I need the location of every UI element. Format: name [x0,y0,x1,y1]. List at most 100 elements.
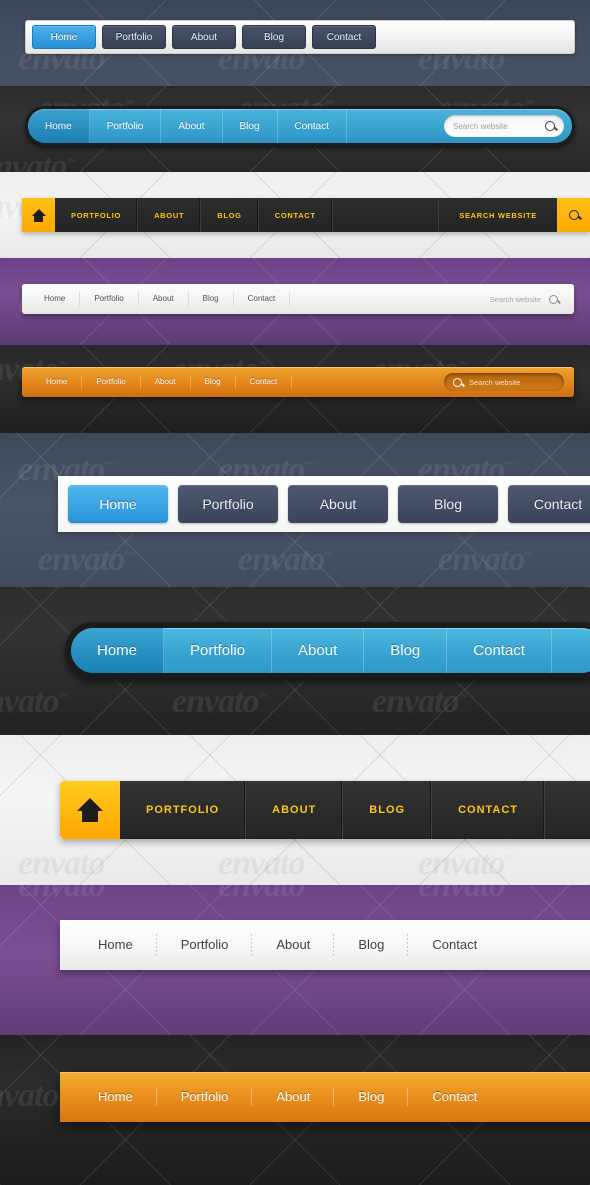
nav-item-blog[interactable]: BLOG [201,198,259,232]
watermark-text: envato™ [238,541,334,578]
search-placeholder: Search website [489,294,541,304]
search-placeholder: Search website [469,377,521,387]
nav-item-portfolio[interactable]: Portfolio [90,109,162,143]
nav-bar-big-dark-yellow-home: PORTFOLIO ABOUT BLOG CONTACT [60,781,590,839]
nav-item-contact[interactable]: Contact [234,292,291,306]
section-nav-pill-blue: envato™ envato™ envato™ envato™ Home Por… [0,86,590,172]
search-icon[interactable] [545,121,555,131]
nav-item-blog[interactable]: Blog [191,375,236,389]
search-placeholder: Search website [453,121,508,131]
nav-item-about[interactable]: About [141,375,191,389]
watermark-text: envato™ [0,1077,68,1114]
search-field[interactable]: Search website [444,373,564,391]
nav-item-blog[interactable]: Blog [364,628,448,673]
nav-item-home[interactable] [60,781,120,839]
nav-item-blog[interactable]: BLOG [343,781,433,839]
nav-item-contact[interactable]: Contact [408,1086,501,1108]
nav-item-about[interactable]: ABOUT [138,198,202,232]
nav-item-about[interactable]: About [252,934,335,956]
nav-bar-big-white-purple: Home Portfolio About Blog Contact [60,920,590,970]
home-icon [77,798,103,822]
watermark-text: envato™ [18,845,114,882]
nav-item-portfolio[interactable]: Portfolio [157,934,253,956]
nav-item-portfolio[interactable]: Portfolio [82,375,141,389]
nav-item-portfolio[interactable]: Portfolio [164,628,273,673]
nav-bar-big-orange-dark: Home Portfolio About Blog Contact [60,1072,590,1122]
nav-item-contact[interactable]: Contact [447,628,552,673]
nav-item-home[interactable] [22,198,55,232]
nav-bar-big-buttons: Home Portfolio About Blog Contact [58,476,590,532]
nav-item-about[interactable]: About [288,485,388,523]
section-nav-big-pill-blue: envato™ envato™ envato™ Home Portfolio A… [0,587,590,735]
section-nav-big-orange-dark: envato™ envato™ envato™ Home Portfolio A… [0,1035,590,1185]
nav-item-contact[interactable]: CONTACT [432,781,546,839]
nav-bar-orange-dark: Home Portfolio About Blog Contact Search… [22,367,574,397]
nav-item-contact[interactable]: Contact [312,25,376,49]
nav-item-home[interactable]: Home [74,934,157,956]
watermark-text: envato™ [218,885,314,904]
nav-item-about[interactable]: About [172,25,236,49]
nav-item-blog[interactable]: Blog [242,25,306,49]
search-icon[interactable] [549,294,558,304]
nav-item-home[interactable]: Home [28,109,90,143]
nav-spacer [333,198,440,232]
watermark-text: envato™ [218,845,314,882]
nav-item-contact[interactable]: Contact [236,375,293,389]
watermark-text: envato™ [38,541,134,578]
search-icon[interactable] [453,377,462,387]
nav-item-about[interactable]: About [139,292,189,306]
watermark-text: envato™ [18,885,114,904]
nav-item-home[interactable]: Home [74,1086,157,1108]
nav-item-portfolio[interactable]: Portfolio [178,485,278,523]
search-icon [568,210,579,220]
nav-item-portfolio[interactable]: PORTFOLIO [55,198,139,232]
nav-item-blog[interactable]: Blog [223,109,278,143]
section-nav-orange-dark: envato™ envato™ envato™ Home Portfolio A… [0,345,590,433]
nav-item-about[interactable]: About [161,109,223,143]
nav-bar-big-pill-blue: Home Portfolio About Blog Contact [65,622,590,679]
nav-item-portfolio[interactable]: Portfolio [80,292,139,306]
nav-bar-white-purple: Home Portfolio About Blog Contact Search… [22,284,574,314]
watermark-text: envato™ [438,541,534,578]
watermark-text: envato™ [372,683,468,720]
nav-item-about[interactable]: About [272,628,365,673]
nav-items-group: PORTFOLIO ABOUT BLOG CONTACT SEARCH WEBS… [55,198,557,232]
search-label[interactable]: SEARCH WEBSITE [439,198,557,232]
nav-item-portfolio[interactable]: PORTFOLIO [120,781,247,839]
nav-item-portfolio[interactable]: Portfolio [102,25,166,49]
search-field[interactable]: Search website [489,294,566,304]
search-field[interactable]: Search website [444,115,564,137]
watermark-text: envato™ [0,683,68,720]
watermark-text: envato™ [172,683,268,720]
watermark-text: envato™ [0,148,76,172]
nav-item-contact[interactable]: Contact [408,934,501,956]
nav-item-blog[interactable]: Blog [398,485,498,523]
watermark-text: envato™ [418,885,514,904]
nav-item-blog[interactable]: Blog [189,292,234,306]
nav-item-contact[interactable]: Contact [278,109,347,143]
nav-bar-pill-blue: Home Portfolio About Blog Contact Search… [25,106,575,146]
search-button[interactable] [557,198,590,232]
nav-item-blog[interactable]: Blog [334,1086,409,1108]
nav-item-about[interactable]: ABOUT [246,781,344,839]
nav-bar-buttons-light: Home Portfolio About Blog Contact [25,20,575,54]
nav-item-portfolio[interactable]: Portfolio [157,1086,253,1108]
nav-item-home[interactable]: Home [30,292,81,306]
section-nav-white-purple: envato™ envato™ envato™ Home Portfolio A… [0,258,590,345]
section-nav-big-dark-yellow-home: envato™ envato™ envato™ PORTFOLIO ABOUT … [0,735,590,885]
home-icon [31,208,46,222]
section-nav-dark-yellow-home: envato™ envato™ envato™ PORTFOLIO ABOUT … [0,172,590,258]
nav-item-blog[interactable]: Blog [334,934,409,956]
nav-item-home[interactable]: Home [32,25,96,49]
nav-item-contact[interactable]: Contact [508,485,590,523]
nav-item-contact[interactable]: CONTACT [259,198,333,232]
nav-item-home[interactable]: Home [71,628,165,673]
section-nav-big-white-purple: envato™ envato™ envato™ Home Portfolio A… [0,885,590,1035]
nav-item-home[interactable]: Home [68,485,168,523]
nav-item-about[interactable]: About [252,1086,335,1108]
section-nav-big-buttons: envato™ envato™ envato™ envato™ envato™ … [0,433,590,587]
nav-item-home[interactable]: Home [32,375,83,389]
navigation-menus-preview: envato™ envato™ envato™ Home Portfolio A… [0,0,590,1185]
nav-bar-dark-yellow-home: PORTFOLIO ABOUT BLOG CONTACT SEARCH WEBS… [22,198,590,232]
